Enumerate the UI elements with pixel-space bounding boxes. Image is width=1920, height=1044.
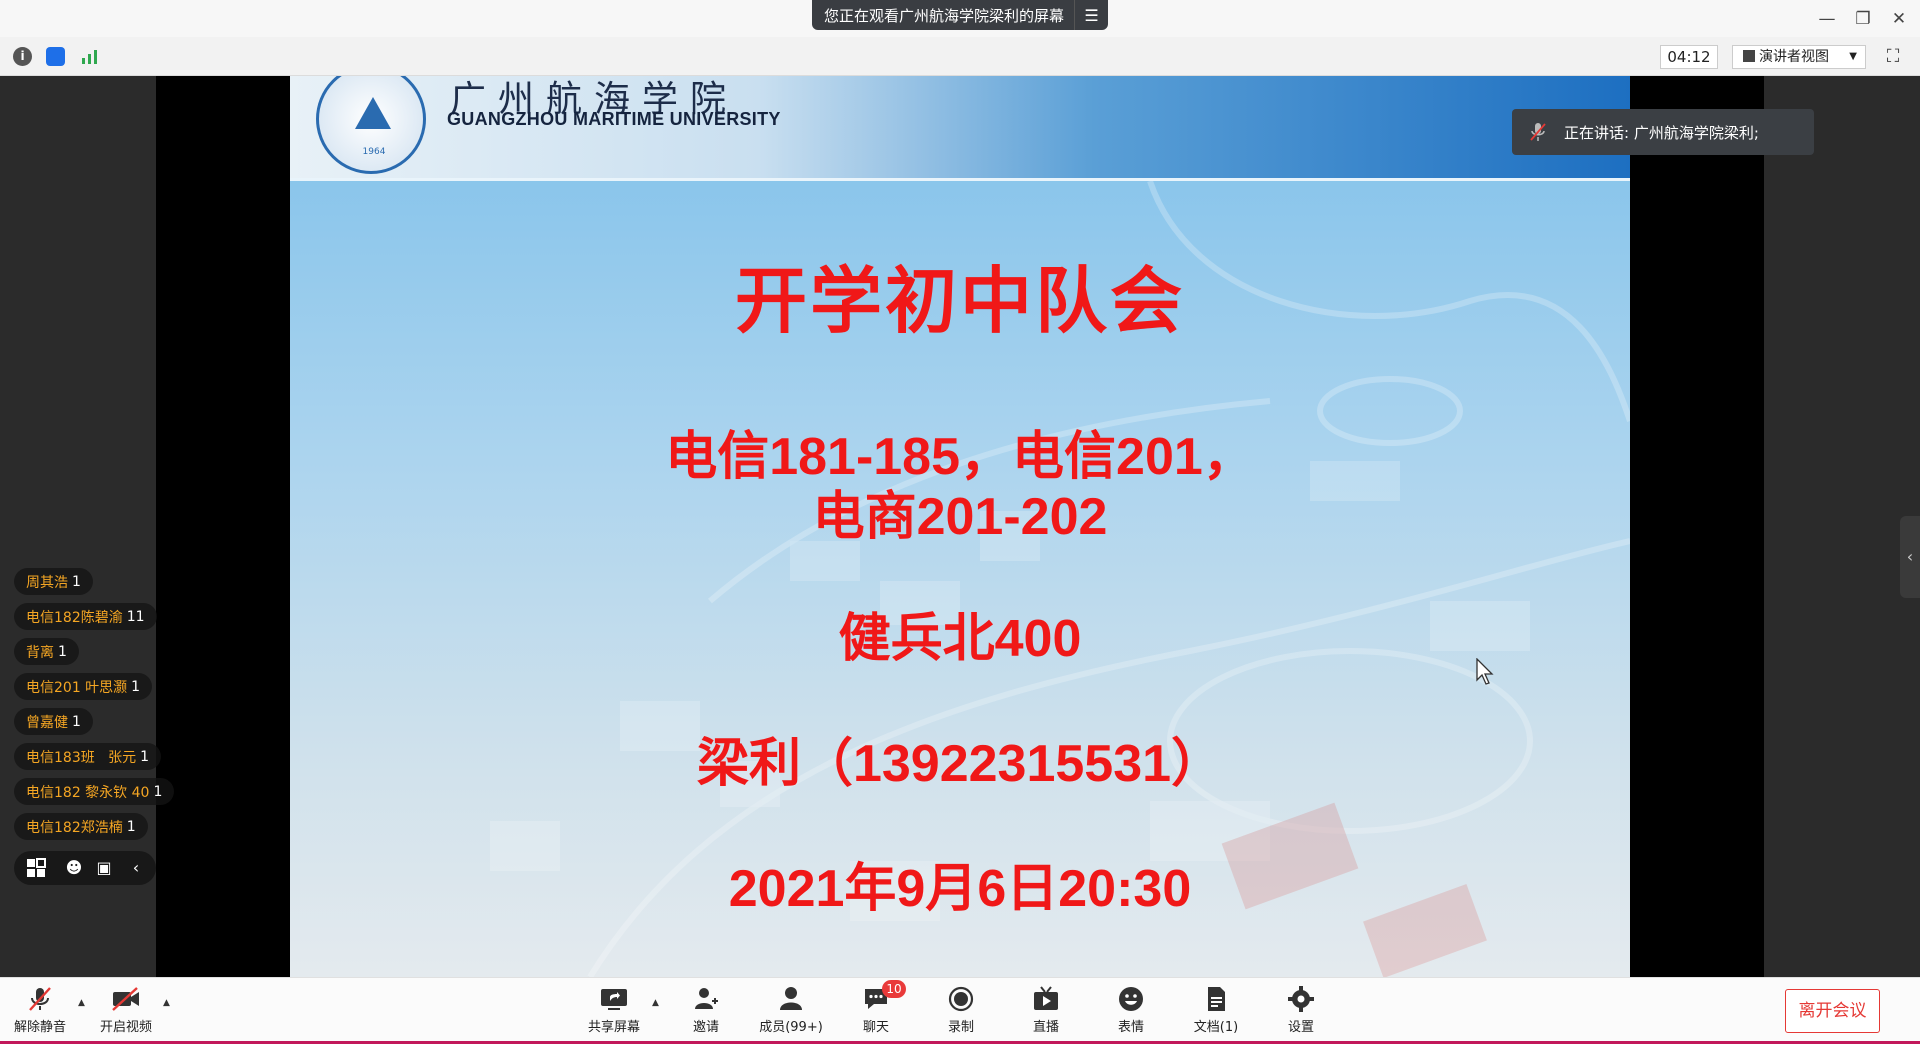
live-stream-button[interactable]: 直播 <box>1006 986 1086 1038</box>
chat-message: 曾嘉健 1 <box>14 708 93 735</box>
start-video-label: 开启视频 <box>99 1020 152 1035</box>
restore-icon[interactable]: ❐ <box>1852 8 1874 30</box>
share-options-caret-icon[interactable]: ▲ <box>652 998 662 1008</box>
record-label: 录制 <box>947 1020 974 1035</box>
share-screen-label: 共享屏幕 <box>587 1020 640 1035</box>
meeting-timer: 04:12 <box>1660 45 1718 69</box>
record-icon <box>948 986 974 1012</box>
meeting-toolbar: 解除静音 ▲ 开启视频 ▲ 共享屏幕 ▲ 邀请 成员(99+) 10 聊天 录制… <box>0 977 1920 1044</box>
slide-title: 开学初中队会 <box>734 262 1185 342</box>
active-speaker-indicator: 正在讲话: 广州航海学院梁利; <box>1512 109 1814 155</box>
slide-contact: 梁利（13922315531） <box>696 735 1224 793</box>
emoji-icon <box>1119 987 1143 1011</box>
university-banner: 1964 广州航海学院 GUANGZHOU MARITIME UNIVERSIT… <box>290 76 1630 181</box>
speaker-view-icon <box>1743 50 1755 62</box>
chat-unread-badge: 10 <box>882 980 906 998</box>
chat-message: 电信182陈碧渝 11 <box>14 603 157 630</box>
reactions-label: 表情 <box>1117 1020 1144 1035</box>
share-banner-text: 您正在观看广州航海学院梁利的屏幕 <box>824 6 1065 25</box>
invite-button[interactable]: 邀请 <box>666 986 746 1038</box>
slide-classes-line2: 电商201-202 <box>812 488 1108 546</box>
chat-message: 电信183班 张元 1 <box>14 743 161 770</box>
collapse-icon[interactable]: ‹ <box>126 858 146 878</box>
start-video-button[interactable]: 开启视频 <box>86 986 166 1038</box>
shield-icon[interactable] <box>46 47 65 66</box>
view-mode-dropdown[interactable]: 演讲者视图 ▼ <box>1732 45 1866 69</box>
chat-label: 聊天 <box>862 1020 889 1035</box>
layout-icon[interactable] <box>26 858 46 878</box>
gear-icon <box>1288 986 1314 1012</box>
settings-button[interactable]: 设置 <box>1261 986 1341 1038</box>
muted-mic-icon <box>29 987 51 1011</box>
share-screen-icon <box>601 989 627 1010</box>
invite-label: 邀请 <box>692 1020 719 1035</box>
members-label: 成员(99+) <box>759 1020 823 1035</box>
shared-screen-area: 1964 广州航海学院 GUANGZHOU MARITIME UNIVERSIT… <box>0 76 1920 977</box>
video-options-caret-icon[interactable]: ▲ <box>163 998 173 1008</box>
muted-mic-icon <box>1530 123 1546 141</box>
mouse-cursor-icon <box>1476 658 1494 685</box>
university-seal: 1964 <box>316 76 426 174</box>
reactions-button[interactable]: 表情 <box>1091 986 1171 1038</box>
active-speaker-text: 正在讲话: 广州航海学院梁利; <box>1564 123 1759 142</box>
chat-message: 周其浩 1 <box>14 568 93 595</box>
chat-message: 电信201 叶思灏 1 <box>14 673 153 700</box>
minimize-icon[interactable]: — <box>1816 8 1838 30</box>
emoji-icon[interactable]: ☻ <box>64 858 84 878</box>
title-bar: 您正在观看广州航海学院梁利的屏幕 ☰ — ❐ ✕ <box>0 0 1920 37</box>
unmute-button[interactable]: 解除静音 <box>0 986 80 1038</box>
fullscreen-icon[interactable]: ⛶ <box>1882 46 1904 68</box>
settings-label: 设置 <box>1287 1020 1314 1035</box>
video-off-icon <box>112 987 139 1011</box>
floating-chat-list: 周其浩 1 电信182陈碧渝 11 背离 1 电信201 叶思灏 1 曾嘉健 1 电信18… <box>14 568 175 848</box>
chevron-down-icon: ▼ <box>1849 51 1857 62</box>
university-name-en: GUANGZHOU MARITIME UNIVERSITY <box>447 109 781 129</box>
view-mode-label: 演讲者视图 <box>1759 49 1829 65</box>
info-icon[interactable]: i <box>13 47 32 66</box>
chat-message: 背离 1 <box>14 638 79 665</box>
message-icon[interactable]: ▣ <box>94 858 114 878</box>
members-button[interactable]: 成员(99+) <box>751 986 831 1038</box>
chat-message: 电信182郑浩楠 1 <box>14 813 148 840</box>
documents-label: 文档(1) <box>1193 1020 1239 1035</box>
slide-room: 健兵北400 <box>838 610 1082 668</box>
record-button[interactable]: 录制 <box>921 986 1001 1038</box>
live-stream-label: 直播 <box>1032 1020 1059 1035</box>
seal-year: 1964 <box>362 147 386 157</box>
unmute-label: 解除静音 <box>13 1020 66 1035</box>
members-icon <box>780 987 802 1010</box>
slide-datetime: 2021年9月6日20:30 <box>728 860 1192 918</box>
meeting-info-bar: i 04:12 演讲者视图 ▼ ⛶ <box>0 37 1920 76</box>
live-stream-icon <box>1034 986 1058 1010</box>
chat-button[interactable]: 10 聊天 <box>836 980 916 1038</box>
invite-user-icon <box>695 988 718 1009</box>
document-icon <box>1208 987 1225 1011</box>
chat-message: 电信182 黎永钦 40 1 <box>14 778 175 805</box>
close-icon[interactable]: ✕ <box>1888 8 1910 30</box>
leave-meeting-button[interactable]: 离开会议 <box>1785 989 1880 1033</box>
collapse-panel-handle[interactable]: ‹ <box>1900 516 1920 598</box>
list-icon[interactable]: ☰ <box>1074 0 1108 30</box>
share-banner: 您正在观看广州航海学院梁利的屏幕 ☰ <box>812 0 1108 30</box>
share-screen-button[interactable]: 共享屏幕 <box>574 986 654 1038</box>
documents-button[interactable]: 文档(1) <box>1176 986 1256 1038</box>
presentation-slide: 1964 广州航海学院 GUANGZHOU MARITIME UNIVERSIT… <box>290 76 1630 977</box>
chat-overlay-toolbar: ☻ ▣ ‹ <box>14 851 156 885</box>
signal-icon[interactable] <box>80 47 99 66</box>
